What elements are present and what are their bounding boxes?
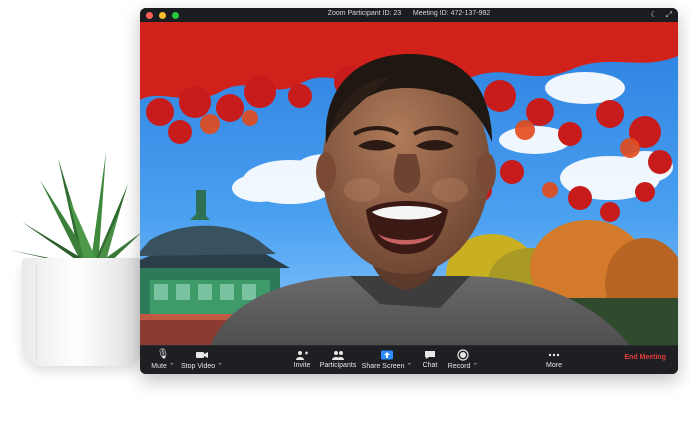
record-button[interactable]: Record ⌃ [446,349,480,373]
more-svg [548,353,560,357]
fullscreen-icon[interactable]: ⤢ [666,10,672,20]
chat-svg [425,351,435,359]
zoom-window: Zoom Participant ID: 23 Meeting ID: 472-… [140,8,678,374]
video-camera-icon [194,349,210,361]
more-label: More [546,362,562,369]
chevron-up-icon[interactable]: ⌃ [169,363,175,370]
mute-control[interactable]: 🎙 Mute ⌃ [148,349,178,373]
meeting-toolbar: 🎙 Mute ⌃ Stop Video ⌃ Invite Participant… [140,345,678,374]
participants-button[interactable]: Participants [318,349,358,373]
video-feed [140,22,678,346]
record-label: Record [447,363,471,370]
meeting-id: Meeting ID: 472-137-992 [412,10,491,17]
video-camera-svg [196,352,208,358]
title-bar: Zoom Participant ID: 23 Meeting ID: 472-… [140,8,678,22]
share-screen-icon [379,349,395,361]
window-title: Zoom Participant ID: 23 Meeting ID: 472-… [140,10,678,17]
invite-label: Invite [293,362,311,369]
participants-icon [330,349,346,361]
chat-label: Chat [422,362,438,369]
add-user-icon [294,349,310,361]
chat-button[interactable]: Chat [420,349,440,373]
chevron-up-icon[interactable]: ⌃ [406,363,412,370]
add-user-svg [296,351,308,360]
chevron-up-icon[interactable]: ⌃ [217,363,223,370]
end-meeting-button[interactable]: End Meeting [624,354,666,361]
stop-video-label: Stop Video [181,363,216,370]
microphone-icon: 🎙 [156,349,170,360]
plant-pot [22,258,144,366]
share-screen-button[interactable]: Share Screen ⌃ [362,349,412,373]
more-button[interactable]: More [542,349,566,373]
decorative-plant [0,140,150,370]
video-scene [140,22,678,346]
share-screen-svg [381,350,393,360]
record-icon [455,349,471,361]
chevron-up-icon[interactable]: ⌃ [472,363,478,370]
share-screen-label: Share Screen [361,363,405,370]
participants-label: Participants [319,362,357,369]
moon-icon[interactable]: ☾ [650,10,657,20]
more-icon [546,349,562,361]
mute-label: Mute [151,363,167,370]
stop-video-control[interactable]: Stop Video ⌃ [180,349,224,373]
participant-id: Zoom Participant ID: 23 [327,10,402,17]
invite-button[interactable]: Invite [290,349,314,373]
title-right-icons: ☾ ⤢ [650,10,672,20]
chat-icon [422,349,438,361]
participants-svg [332,351,344,360]
record-svg [457,349,469,361]
